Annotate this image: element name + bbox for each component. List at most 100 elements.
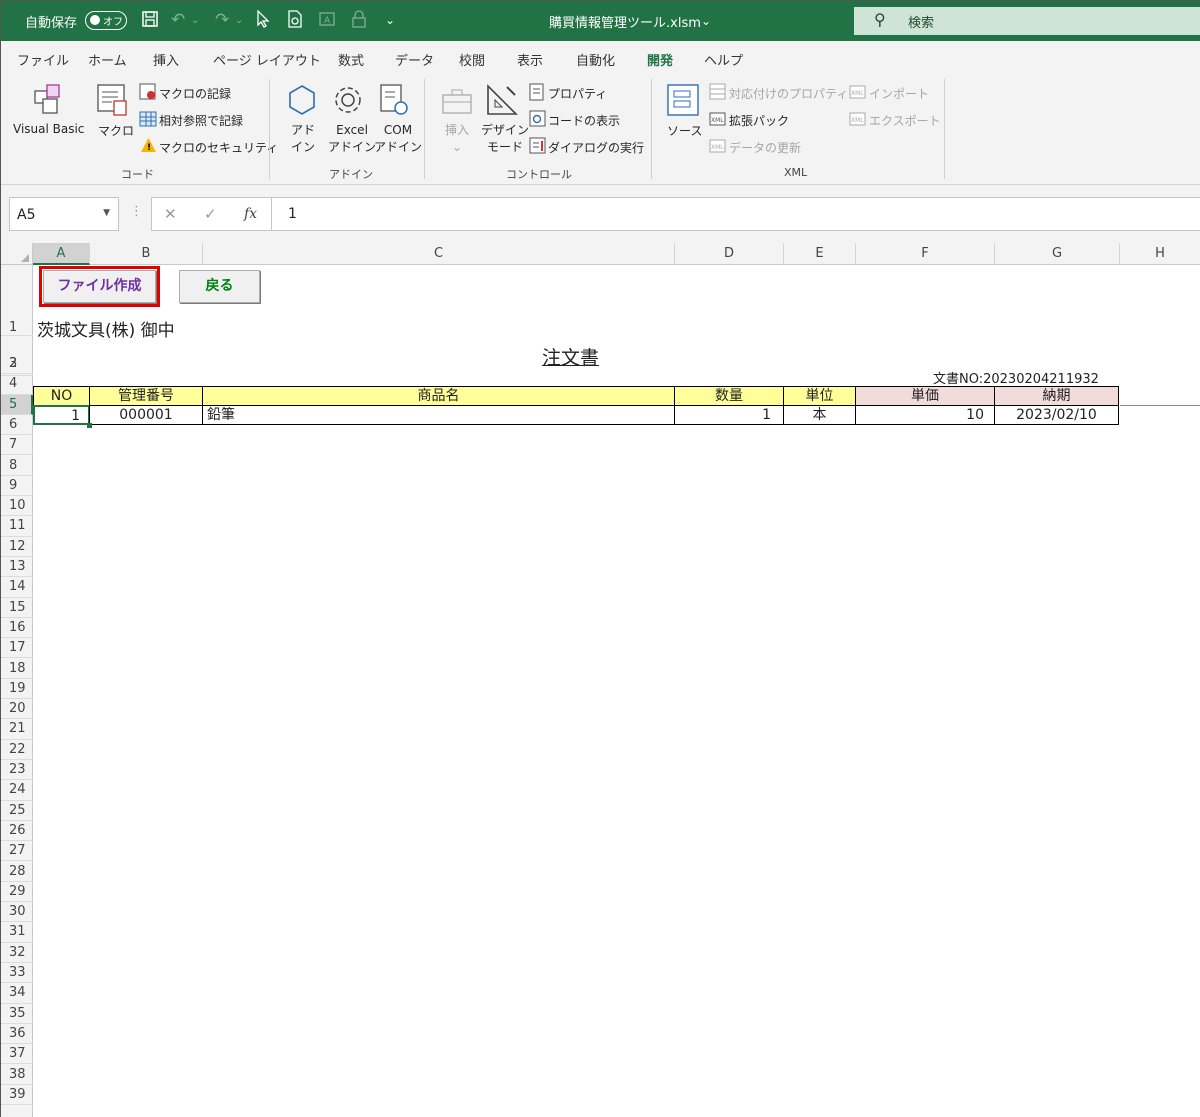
row-header[interactable]: 3 <box>1 354 33 375</box>
column-header-h[interactable]: H <box>1120 243 1200 265</box>
tab-help[interactable]: ヘルプ <box>704 50 743 69</box>
refresh-data-label[interactable]: データの更新 <box>729 139 801 156</box>
row-header[interactable]: 11 <box>1 516 33 537</box>
document-title-cell[interactable]: 注文書 <box>542 343 599 370</box>
insert-control-label[interactable]: 挿入 ⌄ <box>445 122 469 156</box>
text-box-icon[interactable]: A <box>318 10 336 33</box>
cancel-icon[interactable]: ✕ <box>164 205 177 223</box>
com-addin-icon[interactable] <box>379 83 409 121</box>
column-header-a[interactable]: A <box>33 243 90 265</box>
view-code-label[interactable]: コードの表示 <box>548 112 620 129</box>
column-header-b[interactable]: B <box>90 243 203 265</box>
macro-icon[interactable] <box>96 83 130 121</box>
expansion-pack-icon[interactable]: XML <box>709 110 727 132</box>
com-addin-label[interactable]: COM アドイン <box>374 122 422 156</box>
xml-export-label[interactable]: エクスポート <box>869 112 941 129</box>
insert-function-icon[interactable]: fx <box>244 206 257 222</box>
row-header[interactable]: 21 <box>1 719 33 740</box>
tab-home[interactable]: ホーム <box>88 50 127 69</box>
header-unit-price[interactable]: 単価 <box>855 386 995 406</box>
column-header-f[interactable]: F <box>856 243 995 265</box>
customize-toolbar-icon[interactable]: ⌄ <box>385 13 395 27</box>
back-button[interactable]: 戻る <box>179 270 260 303</box>
document-search-icon[interactable] <box>286 10 304 33</box>
row-header[interactable]: 18 <box>1 659 33 679</box>
fill-handle[interactable] <box>87 423 92 428</box>
row-header[interactable]: 30 <box>1 902 33 923</box>
relative-reference-label[interactable]: 相対参照で記録 <box>159 112 243 129</box>
lock-icon[interactable] <box>351 10 367 33</box>
row-header[interactable]: 19 <box>1 679 33 700</box>
insert-control-icon[interactable] <box>441 87 473 119</box>
tab-insert[interactable]: 挿入 <box>153 50 179 69</box>
select-pointer-icon[interactable] <box>256 9 270 33</box>
autosave-toggle[interactable]: オフ <box>85 11 127 30</box>
undo-dropdown-icon[interactable]: ⌄ <box>191 15 199 26</box>
worksheet-grid[interactable]: A B C D E F G H 1 2 3 4 5 6 7 8 9 10 11 12 13 14 15 1… <box>1 243 1200 1117</box>
search-box[interactable]: ⚲ 検索 <box>854 7 1200 35</box>
name-box[interactable]: A5 ▼ <box>9 197 119 231</box>
visual-basic-icon[interactable] <box>31 81 67 121</box>
cell-unit-price[interactable]: 10 <box>855 405 995 425</box>
run-dialog-icon[interactable] <box>529 137 547 159</box>
xml-source-icon[interactable] <box>666 83 700 121</box>
save-icon[interactable] <box>141 10 159 33</box>
properties-label[interactable]: プロパティ <box>548 85 607 102</box>
properties-icon[interactable] <box>529 83 545 105</box>
xml-import-label[interactable]: インポート <box>869 85 929 102</box>
row-header[interactable]: 9 <box>1 476 33 497</box>
undo-icon[interactable]: ↶ <box>171 10 185 30</box>
row-header[interactable]: 16 <box>1 618 33 639</box>
row-header[interactable]: 37 <box>1 1044 33 1065</box>
document-number-cell[interactable]: 文書NO:20230204211932 <box>933 368 1099 387</box>
row-header[interactable]: 24 <box>1 780 33 801</box>
create-file-button[interactable]: ファイル作成 <box>39 266 160 307</box>
gear-icon[interactable] <box>331 83 365 121</box>
record-macro-label[interactable]: マクロの記録 <box>159 85 231 102</box>
header-unit[interactable]: 単位 <box>783 386 856 406</box>
tab-review[interactable]: 校閲 <box>459 50 485 69</box>
row-header[interactable]: 23 <box>1 760 33 781</box>
formula-input[interactable]: 1 <box>271 197 1200 231</box>
row-header[interactable]: 10 <box>1 496 33 517</box>
column-header-g[interactable]: G <box>995 243 1120 265</box>
design-mode-icon[interactable] <box>485 83 519 121</box>
row-header[interactable]: 28 <box>1 862 33 882</box>
row-header[interactable]: 4 <box>1 374 33 395</box>
workbook-filename[interactable]: 購買情報管理ツール.xlsm <box>549 12 701 31</box>
redo-icon[interactable]: ↷ <box>215 10 229 30</box>
row-header[interactable]: 13 <box>1 557 33 578</box>
header-quantity[interactable]: 数量 <box>674 386 784 406</box>
column-header-e[interactable]: E <box>784 243 856 265</box>
row-header[interactable]: 7 <box>1 435 33 456</box>
tab-view[interactable]: 表示 <box>517 50 543 69</box>
enter-icon[interactable]: ✓ <box>204 205 217 223</box>
run-dialog-label[interactable]: ダイアログの実行 <box>548 139 644 156</box>
tab-data[interactable]: データ <box>395 50 434 69</box>
row-header[interactable]: 35 <box>1 1004 33 1024</box>
row-header[interactable]: 17 <box>1 638 33 659</box>
map-properties-icon[interactable] <box>709 83 727 105</box>
row-header[interactable]: 15 <box>1 598 33 618</box>
addin-label[interactable]: アド イン <box>291 122 315 156</box>
cell-no[interactable]: 1 <box>33 405 90 425</box>
design-mode-label[interactable]: デザイン モード <box>481 122 529 156</box>
macro-security-label[interactable]: マクロのセキュリティ <box>159 139 278 156</box>
row-header[interactable]: 25 <box>1 801 33 821</box>
row-header[interactable]: 29 <box>1 882 33 903</box>
row-header[interactable]: 8 <box>1 456 33 476</box>
row-header[interactable]: 39 <box>1 1085 33 1106</box>
row-header[interactable]: 34 <box>1 983 33 1004</box>
addressee-cell[interactable]: 茨城文具(株) 御中 <box>37 316 175 341</box>
row-header[interactable]: 38 <box>1 1065 33 1085</box>
select-all-corner[interactable] <box>1 243 33 265</box>
tab-formulas[interactable]: 数式 <box>338 50 364 69</box>
macro-label[interactable]: マクロ <box>98 122 134 139</box>
addin-icon[interactable] <box>285 83 319 121</box>
cell-product-name[interactable]: 鉛筆 <box>202 405 675 425</box>
view-code-icon[interactable] <box>529 110 547 132</box>
header-due-date[interactable]: 納期 <box>994 386 1119 406</box>
relative-reference-icon[interactable] <box>139 111 157 131</box>
header-code[interactable]: 管理番号 <box>89 386 203 406</box>
column-header-c[interactable]: C <box>203 243 675 265</box>
